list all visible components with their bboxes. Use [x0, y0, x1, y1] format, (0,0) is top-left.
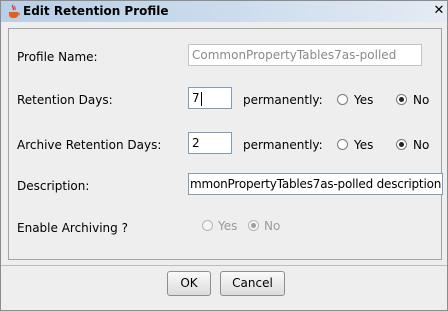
profile-name-field[interactable]: CommonPropertyTables7as-polled: [188, 44, 422, 66]
retention-permanent-no-radio[interactable]: [396, 94, 407, 105]
enable-archiving-yes-label: Yes: [218, 219, 238, 233]
enable-archiving-no-label: No: [264, 219, 281, 233]
dialog-title: Edit Retention Profile: [23, 4, 169, 18]
text-cursor: [200, 91, 202, 106]
close-icon[interactable]: ✕: [431, 3, 447, 19]
archive-permanent-no-label: No: [413, 138, 430, 152]
retention-permanent-no-label: No: [413, 93, 430, 107]
enable-archiving-yes-radio[interactable]: [202, 220, 213, 231]
retention-days-field[interactable]: 7: [188, 87, 232, 109]
archive-permanently-label: permanently:: [243, 138, 323, 152]
edit-retention-profile-dialog: Edit Retention Profile ✕ Profile Name: C…: [0, 0, 448, 311]
button-separator: [1, 265, 447, 266]
description-field[interactable]: mmonPropertyTables7as-polled description: [188, 173, 443, 195]
retention-permanently-label: permanently:: [243, 93, 323, 107]
title-bar[interactable]: Edit Retention Profile ✕: [1, 1, 447, 22]
description-label: Description:: [17, 179, 90, 193]
enable-archiving-no-radio[interactable]: [248, 220, 259, 231]
archive-permanent-no-radio[interactable]: [396, 139, 407, 150]
cancel-button[interactable]: Cancel: [220, 271, 285, 296]
ok-button[interactable]: OK: [167, 271, 211, 296]
enable-archiving-label: Enable Archiving ?: [17, 221, 128, 235]
java-cup-icon: [9, 4, 20, 18]
archive-retention-days-label: Archive Retention Days:: [17, 138, 162, 152]
archive-permanent-yes-label: Yes: [354, 138, 374, 152]
retention-permanent-yes-radio[interactable]: [337, 94, 348, 105]
archive-permanent-yes-radio[interactable]: [337, 139, 348, 150]
archive-retention-days-field[interactable]: 2: [188, 132, 232, 154]
retention-days-label: Retention Days:: [17, 93, 113, 107]
retention-permanent-yes-label: Yes: [354, 93, 374, 107]
profile-name-label: Profile Name:: [17, 50, 98, 64]
retention-days-value: 7: [192, 91, 200, 105]
